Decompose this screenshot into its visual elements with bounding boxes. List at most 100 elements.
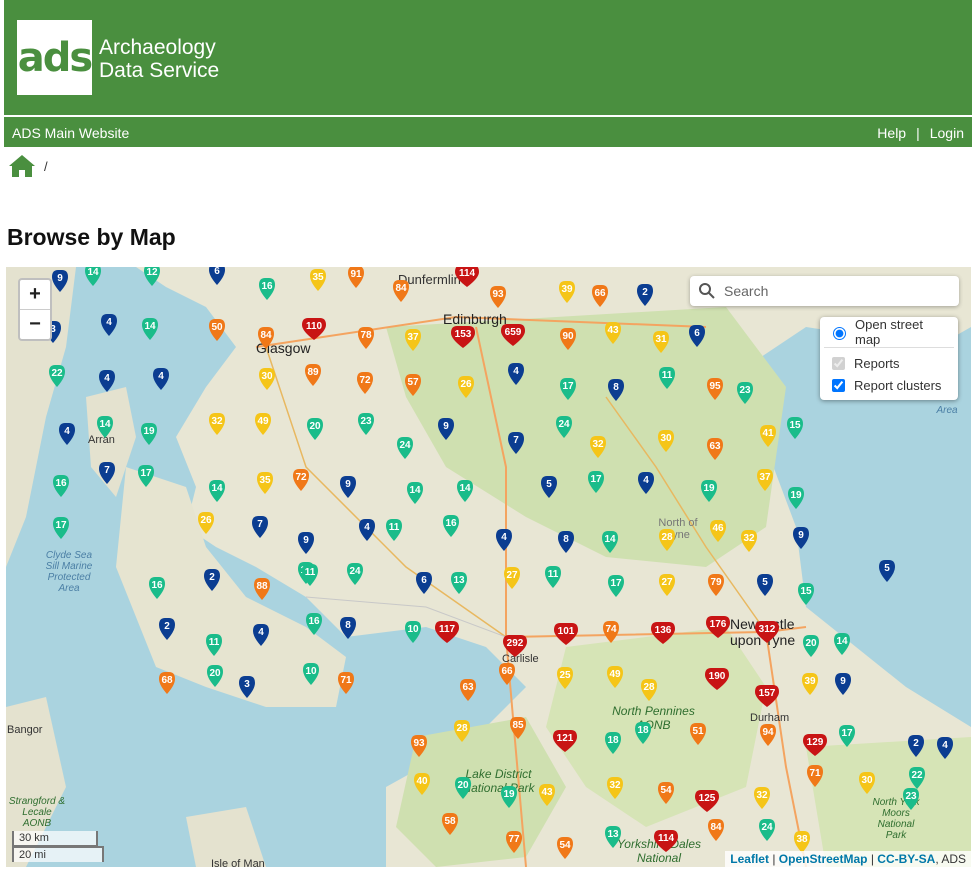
cluster-marker[interactable]: 312 [755, 621, 779, 643]
cluster-marker[interactable]: 27 [659, 574, 675, 596]
cluster-marker[interactable]: 292 [503, 635, 527, 657]
cluster-marker[interactable]: 16 [149, 577, 165, 599]
cluster-marker[interactable]: 17 [608, 575, 624, 597]
cluster-marker[interactable]: 14 [834, 633, 850, 655]
cluster-marker[interactable]: 39 [802, 673, 818, 695]
base-layer-radio[interactable] [833, 327, 846, 340]
cluster-marker[interactable]: 129 [803, 734, 827, 756]
base-layer-option[interactable]: Open street map [820, 317, 958, 347]
cluster-marker[interactable]: 18 [605, 732, 621, 754]
cluster-marker[interactable]: 114 [455, 267, 479, 287]
cluster-marker[interactable]: 93 [411, 735, 427, 757]
openstreetmap-link[interactable]: OpenStreetMap [779, 852, 868, 866]
cluster-marker[interactable]: 136 [651, 622, 675, 644]
cluster-marker[interactable]: 17 [53, 517, 69, 539]
cluster-marker[interactable]: 26 [458, 376, 474, 398]
cluster-marker[interactable]: 13 [605, 826, 621, 848]
cluster-marker[interactable]: 85 [510, 717, 526, 739]
cluster-marker[interactable]: 35 [257, 472, 273, 494]
cluster-marker[interactable]: 4 [638, 472, 654, 494]
cluster-marker[interactable]: 37 [757, 469, 773, 491]
cluster-marker[interactable]: 14 [209, 480, 225, 502]
cluster-marker[interactable]: 25 [557, 667, 573, 689]
cluster-marker[interactable]: 84 [393, 280, 409, 302]
cluster-marker[interactable]: 13 [451, 572, 467, 594]
cluster-marker[interactable]: 14 [85, 267, 101, 286]
cluster-marker[interactable]: 38 [794, 831, 810, 853]
ads-main-website-link[interactable]: ADS Main Website [12, 125, 129, 141]
cluster-marker[interactable]: 16 [53, 475, 69, 497]
cluster-marker[interactable]: 66 [499, 663, 515, 685]
cluster-marker[interactable]: 11 [206, 634, 222, 656]
report-clusters-checkbox[interactable] [832, 378, 845, 392]
cluster-marker[interactable]: 24 [556, 416, 572, 438]
cluster-marker[interactable]: 95 [707, 378, 723, 400]
cluster-marker[interactable]: 14 [142, 318, 158, 340]
cluster-marker[interactable]: 110 [302, 318, 326, 340]
cluster-marker[interactable]: 28 [454, 720, 470, 742]
map-container[interactable]: Dunfermline Edinburgh Glasgow Arran Clyd… [6, 267, 971, 867]
cluster-marker[interactable]: 27 [504, 567, 520, 589]
cluster-marker[interactable]: 24 [397, 437, 413, 459]
cluster-marker[interactable]: 46 [710, 520, 726, 542]
cluster-marker[interactable]: 28 [641, 679, 657, 701]
cluster-marker[interactable]: 22 [909, 767, 925, 789]
cluster-marker[interactable]: 49 [255, 413, 271, 435]
cluster-marker[interactable]: 6 [689, 325, 705, 347]
cluster-marker[interactable]: 14 [97, 416, 113, 438]
cluster-marker[interactable]: 2 [159, 618, 175, 640]
cluster-marker[interactable]: 20 [207, 665, 223, 687]
cluster-marker[interactable]: 94 [760, 724, 776, 746]
cluster-marker[interactable]: 17 [138, 465, 154, 487]
cluster-marker[interactable]: 8 [558, 531, 574, 553]
cluster-marker[interactable]: 28 [659, 529, 675, 551]
cluster-marker[interactable]: 84 [708, 819, 724, 841]
cluster-marker[interactable]: 32 [209, 413, 225, 435]
cluster-marker[interactable]: 9 [298, 532, 314, 554]
cluster-marker[interactable]: 19 [501, 786, 517, 808]
cluster-marker[interactable]: 9 [340, 476, 356, 498]
cluster-marker[interactable]: 35 [310, 269, 326, 291]
cluster-marker[interactable]: 79 [708, 574, 724, 596]
map-search-input[interactable] [722, 282, 946, 300]
cluster-marker[interactable]: 50 [209, 319, 225, 341]
cluster-marker[interactable]: 5 [757, 574, 773, 596]
cluster-marker[interactable]: 32 [607, 777, 623, 799]
cluster-marker[interactable]: 659 [501, 324, 525, 346]
cluster-marker[interactable]: 4 [101, 314, 117, 336]
cluster-marker[interactable]: 20 [307, 418, 323, 440]
cluster-marker[interactable]: 16 [306, 613, 322, 635]
cluster-marker[interactable]: 10 [405, 621, 421, 643]
cluster-marker[interactable]: 68 [159, 672, 175, 694]
cluster-marker[interactable]: 4 [496, 529, 512, 551]
cluster-marker[interactable]: 40 [414, 773, 430, 795]
cluster-marker[interactable]: 190 [705, 668, 729, 690]
cluster-marker[interactable]: 4 [59, 423, 75, 445]
license-link[interactable]: CC-BY-SA [877, 852, 935, 866]
cluster-marker[interactable]: 51 [690, 723, 706, 745]
cluster-marker[interactable]: 17 [560, 378, 576, 400]
cluster-marker[interactable]: 10 [303, 663, 319, 685]
cluster-marker[interactable]: 30 [259, 368, 275, 390]
cluster-marker[interactable]: 18 [635, 722, 651, 744]
cluster-marker[interactable]: 153 [451, 326, 475, 348]
cluster-marker[interactable]: 7 [508, 432, 524, 454]
cluster-marker[interactable]: 24 [347, 563, 363, 585]
cluster-marker[interactable]: 5 [879, 560, 895, 582]
cluster-marker[interactable]: 114 [654, 830, 678, 852]
cluster-marker[interactable]: 2 [637, 284, 653, 306]
cluster-marker[interactable]: 7 [99, 462, 115, 484]
cluster-marker[interactable]: 22 [49, 365, 65, 387]
leaflet-link[interactable]: Leaflet [730, 852, 769, 866]
report-clusters-layer-option[interactable]: Report clusters [820, 374, 958, 396]
cluster-marker[interactable]: 6 [416, 572, 432, 594]
cluster-marker[interactable]: 20 [455, 777, 471, 799]
cluster-marker[interactable]: 5 [541, 476, 557, 498]
cluster-marker[interactable]: 8 [608, 379, 624, 401]
zoom-out-button[interactable]: − [20, 309, 50, 339]
cluster-marker[interactable]: 11 [386, 519, 402, 541]
cluster-marker[interactable]: 72 [293, 469, 309, 491]
cluster-marker[interactable]: 121 [553, 730, 577, 752]
help-link[interactable]: Help [877, 125, 906, 141]
ads-logo[interactable]: ads [17, 20, 93, 95]
